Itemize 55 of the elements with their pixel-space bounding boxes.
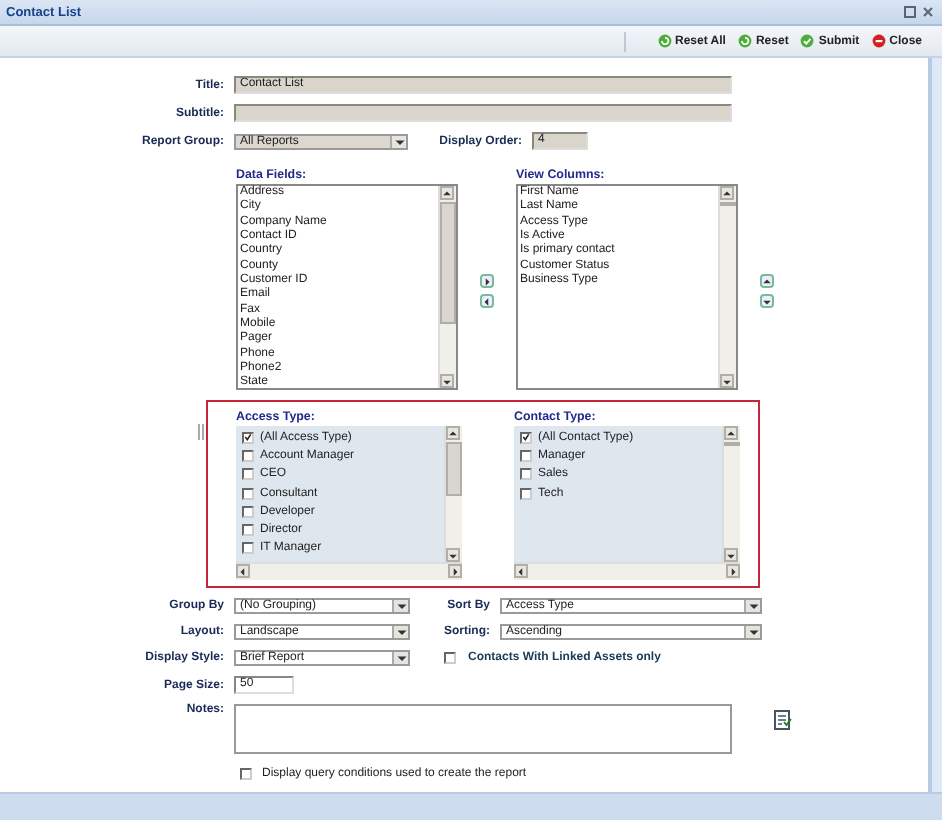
checkbox[interactable] bbox=[520, 431, 532, 444]
grip-icon bbox=[198, 424, 204, 440]
close-icon bbox=[871, 34, 886, 48]
up-arrow-icon bbox=[726, 427, 736, 439]
checkbox[interactable] bbox=[444, 652, 456, 664]
down-arrow-icon bbox=[722, 375, 732, 387]
up-arrow-icon bbox=[442, 187, 452, 199]
maximize-icon bbox=[904, 6, 916, 18]
down-arrow-icon bbox=[442, 375, 452, 387]
checkbox[interactable] bbox=[242, 542, 254, 555]
caret-icon bbox=[395, 652, 407, 664]
checkbox[interactable] bbox=[242, 487, 254, 500]
checkbox[interactable] bbox=[520, 487, 532, 500]
left-arrow-icon bbox=[482, 295, 492, 307]
scrollbar[interactable] bbox=[514, 562, 740, 580]
refresh-icon bbox=[657, 34, 672, 48]
checkbox[interactable] bbox=[242, 468, 254, 481]
checkbox[interactable] bbox=[242, 524, 254, 537]
refresh-icon bbox=[737, 34, 752, 48]
scrollbar[interactable] bbox=[444, 426, 462, 562]
up-arrow-icon bbox=[722, 187, 732, 199]
caret-icon bbox=[395, 600, 407, 612]
right-arrow-icon bbox=[728, 565, 738, 577]
checkbox[interactable] bbox=[240, 768, 252, 780]
checkbox[interactable] bbox=[242, 431, 254, 444]
scrollbar[interactable] bbox=[722, 426, 740, 562]
caret-icon bbox=[395, 626, 407, 638]
scrollbar[interactable] bbox=[438, 186, 456, 388]
caret-icon bbox=[747, 626, 759, 638]
caret-icon bbox=[747, 600, 759, 612]
right-arrow-icon bbox=[450, 565, 460, 577]
close-icon bbox=[922, 6, 934, 18]
move-left-button[interactable] bbox=[480, 294, 494, 308]
right-arrow-icon bbox=[482, 275, 492, 287]
caret-icon bbox=[393, 135, 405, 147]
move-right-button[interactable] bbox=[480, 274, 494, 288]
down-arrow-icon bbox=[762, 295, 772, 307]
checkbox[interactable] bbox=[520, 468, 532, 481]
scrollbar[interactable] bbox=[718, 186, 736, 388]
down-arrow-icon bbox=[726, 549, 736, 561]
checkbox[interactable] bbox=[520, 449, 532, 462]
up-arrow-icon bbox=[762, 275, 772, 287]
left-arrow-icon bbox=[516, 565, 526, 577]
left-arrow-icon bbox=[238, 565, 248, 577]
move-up-button[interactable] bbox=[760, 274, 774, 288]
checkbox[interactable] bbox=[242, 505, 254, 518]
text-field[interactable] bbox=[234, 104, 732, 122]
checkbox[interactable] bbox=[242, 449, 254, 462]
down-arrow-icon bbox=[448, 549, 458, 561]
up-arrow-icon bbox=[448, 427, 458, 439]
document-icon bbox=[774, 710, 792, 730]
scrollbar[interactable] bbox=[236, 562, 462, 580]
notes-field[interactable] bbox=[234, 704, 732, 754]
check-icon bbox=[800, 34, 815, 48]
move-down-button[interactable] bbox=[760, 294, 774, 308]
